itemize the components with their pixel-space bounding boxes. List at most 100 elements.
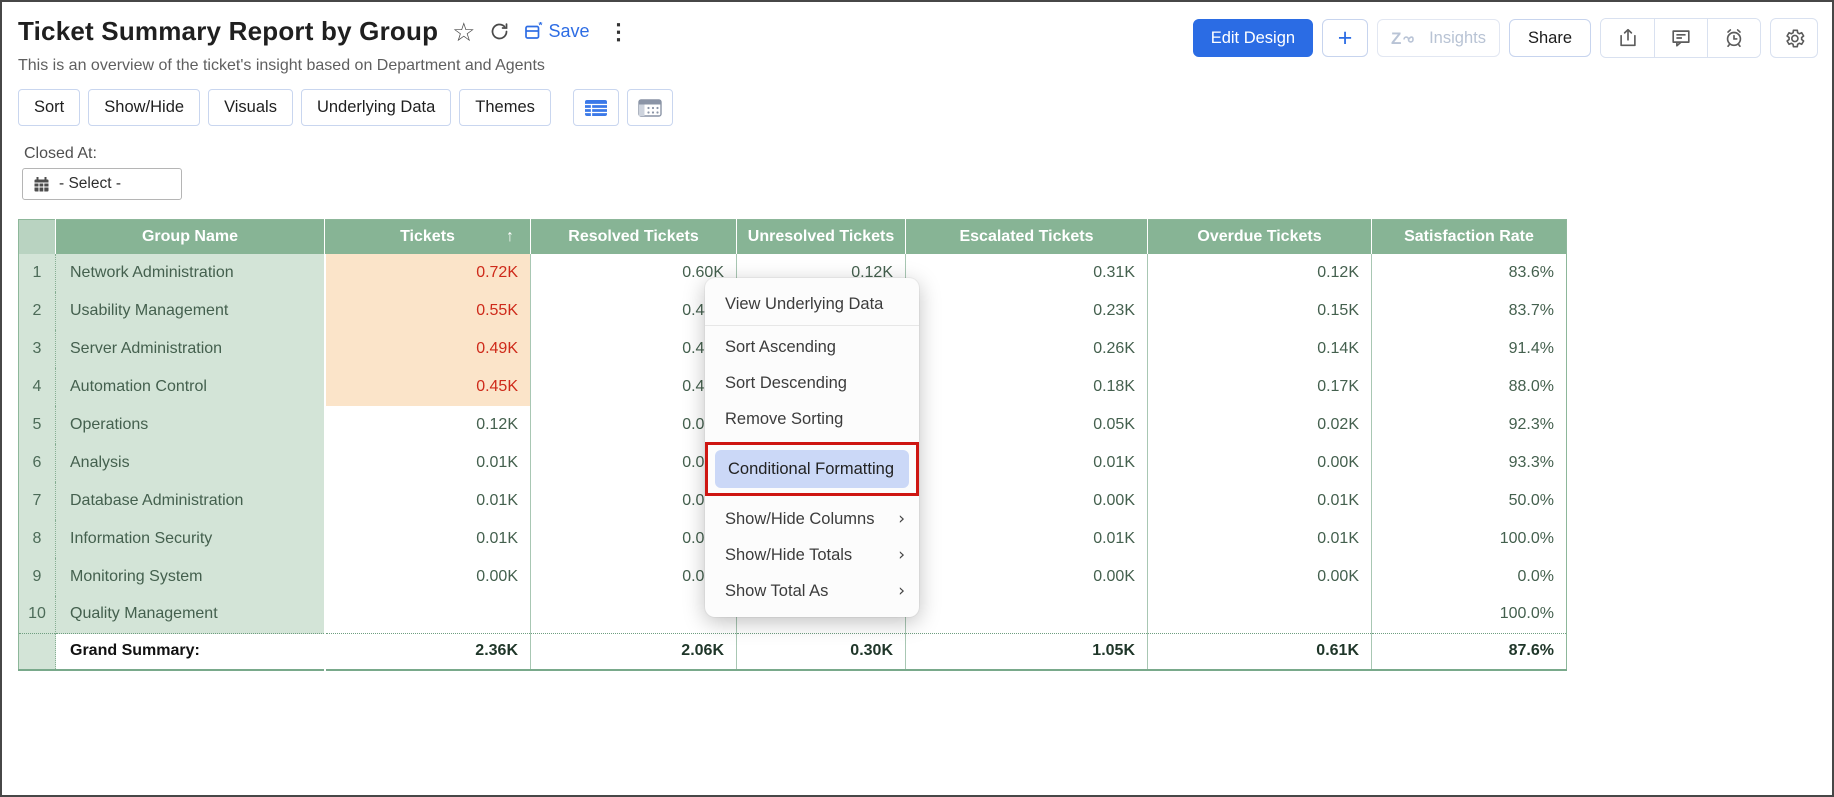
column-header-group-name[interactable]: Group Name [56, 220, 325, 254]
menu-item-show-hide-columns[interactable]: Show/Hide Columns› [705, 501, 919, 537]
cell-overdue[interactable]: 0.01K [1148, 520, 1372, 558]
cell-overdue[interactable]: 0.17K [1148, 368, 1372, 406]
menu-item-show-total-as[interactable]: Show Total As› [705, 573, 919, 609]
save-button[interactable]: * Save [524, 21, 589, 42]
cell-overdue[interactable]: 0.01K [1148, 482, 1372, 520]
edit-design-button[interactable]: Edit Design [1193, 19, 1313, 57]
toolbar-button-themes[interactable]: Themes [459, 89, 551, 126]
cell-overdue[interactable]: 0.12K [1148, 254, 1372, 292]
cell-tickets[interactable]: 0.01K [325, 520, 531, 558]
group-name-cell[interactable]: Operations [56, 406, 325, 444]
cell-escalated[interactable]: 0.05K [906, 406, 1148, 444]
group-name-cell[interactable]: Server Administration [56, 330, 325, 368]
column-header-unresolved-tickets[interactable]: Unresolved Tickets [737, 220, 906, 254]
cell-satisfaction[interactable]: 0.0% [1372, 558, 1567, 596]
group-name-cell[interactable]: Usability Management [56, 292, 325, 330]
cell-tickets[interactable]: 0.55K [325, 292, 531, 330]
menu-item-sort-descending[interactable]: Sort Descending [705, 365, 919, 401]
cell-satisfaction[interactable]: 100.0% [1372, 520, 1567, 558]
cell-escalated[interactable]: 0.01K [906, 520, 1148, 558]
kebab-menu-icon[interactable]: ⋮ [604, 19, 634, 45]
group-name-cell[interactable]: Information Security [56, 520, 325, 558]
cell-tickets[interactable]: 0.12K [325, 406, 531, 444]
cell-escalated[interactable]: 0.00K [906, 558, 1148, 596]
cell-tickets[interactable]: 0.00K [325, 558, 531, 596]
cell-escalated[interactable] [906, 596, 1148, 634]
column-header-tickets[interactable]: Tickets↑ [325, 220, 531, 254]
cell-satisfaction[interactable]: 50.0% [1372, 482, 1567, 520]
column-header-escalated-tickets[interactable]: Escalated Tickets [906, 220, 1148, 254]
row-number-cell: 4 [19, 368, 56, 406]
group-name-cell[interactable]: Network Administration [56, 254, 325, 292]
menu-item-remove-sorting[interactable]: Remove Sorting [705, 401, 919, 437]
menu-item-label: Show/Hide Totals [725, 537, 852, 573]
summary-cell-overdue: 0.61K [1148, 634, 1372, 670]
column-header-resolved-tickets[interactable]: Resolved Tickets [531, 220, 737, 254]
cell-satisfaction[interactable]: 93.3% [1372, 444, 1567, 482]
cell-escalated[interactable]: 0.18K [906, 368, 1148, 406]
menu-item-view-underlying-data[interactable]: View Underlying Data [705, 286, 919, 322]
settings-button[interactable] [1770, 18, 1818, 58]
save-icon: * [524, 22, 544, 41]
toolbar-button-visuals[interactable]: Visuals [208, 89, 293, 126]
refresh-icon[interactable] [489, 21, 510, 42]
group-name-cell[interactable]: Quality Management [56, 596, 325, 634]
cell-escalated[interactable]: 0.01K [906, 444, 1148, 482]
cell-overdue[interactable] [1148, 596, 1372, 634]
export-icon [1617, 27, 1639, 49]
cell-overdue[interactable]: 0.02K [1148, 406, 1372, 444]
menu-item-conditional-formatting[interactable]: Conditional Formatting [715, 450, 909, 488]
cell-escalated[interactable]: 0.26K [906, 330, 1148, 368]
save-label: Save [548, 21, 589, 42]
group-name-cell[interactable]: Automation Control [56, 368, 325, 406]
closed-at-select[interactable]: - Select - [22, 168, 182, 200]
toolbar-button-sort[interactable]: Sort [18, 89, 80, 126]
cell-escalated[interactable]: 0.00K [906, 482, 1148, 520]
gear-icon [1783, 27, 1806, 50]
export-button[interactable] [1601, 19, 1654, 57]
cell-satisfaction[interactable]: 91.4% [1372, 330, 1567, 368]
row-number-cell: 8 [19, 520, 56, 558]
cell-satisfaction[interactable]: 100.0% [1372, 596, 1567, 634]
comment-icon [1670, 27, 1692, 49]
cell-overdue[interactable]: 0.14K [1148, 330, 1372, 368]
spreadsheet-view-button[interactable] [573, 89, 619, 126]
cell-satisfaction[interactable]: 92.3% [1372, 406, 1567, 444]
cell-tickets[interactable]: 0.45K [325, 368, 531, 406]
cell-tickets[interactable] [325, 596, 531, 634]
cell-escalated[interactable]: 0.31K [906, 254, 1148, 292]
report-header: Ticket Summary Report by Group ☆ * Save … [18, 16, 634, 75]
cell-tickets[interactable]: 0.72K [325, 254, 531, 292]
column-context-menu: View Underlying Data Sort AscendingSort D… [705, 278, 919, 617]
cell-tickets[interactable]: 0.01K [325, 444, 531, 482]
toolbar-button-show-hide[interactable]: Show/Hide [88, 89, 200, 126]
comment-button[interactable] [1654, 19, 1707, 57]
group-name-cell[interactable]: Analysis [56, 444, 325, 482]
cell-escalated[interactable]: 0.23K [906, 292, 1148, 330]
cell-satisfaction[interactable]: 83.7% [1372, 292, 1567, 330]
menu-item-show-hide-totals[interactable]: Show/Hide Totals› [705, 537, 919, 573]
insights-button[interactable]: Z Insights [1377, 19, 1500, 57]
column-header-overdue-tickets[interactable]: Overdue Tickets [1148, 220, 1372, 254]
pivot-view-button[interactable] [627, 89, 673, 126]
group-name-cell[interactable]: Monitoring System [56, 558, 325, 596]
cell-tickets[interactable]: 0.49K [325, 330, 531, 368]
menu-item-label: Show/Hide Columns [725, 501, 874, 537]
cell-overdue[interactable]: 0.15K [1148, 292, 1372, 330]
cell-overdue[interactable]: 0.00K [1148, 558, 1372, 596]
group-name-cell[interactable]: Database Administration [56, 482, 325, 520]
share-button[interactable]: Share [1509, 19, 1591, 57]
column-header-satisfaction-rate[interactable]: Satisfaction Rate [1372, 220, 1567, 254]
toolbar-button-underlying-data[interactable]: Underlying Data [301, 89, 451, 126]
cell-overdue[interactable]: 0.00K [1148, 444, 1372, 482]
menu-item-label: Sort Ascending [725, 329, 836, 365]
menu-item-sort-ascending[interactable]: Sort Ascending [705, 329, 919, 365]
table-view-icon [584, 99, 608, 117]
cell-tickets[interactable]: 0.01K [325, 482, 531, 520]
add-button[interactable]: + [1322, 19, 1368, 57]
favorite-star-icon[interactable]: ☆ [452, 19, 475, 45]
cell-satisfaction[interactable]: 83.6% [1372, 254, 1567, 292]
row-number-column-header [19, 220, 56, 254]
cell-satisfaction[interactable]: 88.0% [1372, 368, 1567, 406]
alert-button[interactable] [1707, 19, 1760, 57]
